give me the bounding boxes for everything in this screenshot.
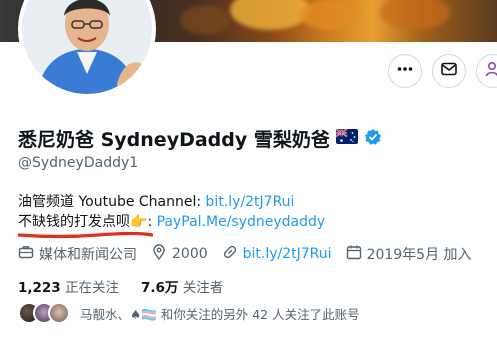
mail-icon (440, 60, 458, 82)
more-icon (396, 60, 414, 82)
australia-flag-icon (335, 128, 358, 148)
location-text: 2000 (172, 246, 208, 262)
follower-avatars (18, 302, 70, 324)
followers-count: 7.6万 (141, 280, 179, 296)
bio-line-1-text: 油管频道 Youtube Channel: (18, 194, 206, 210)
following-stat[interactable]: 1,223 正在关注 (18, 276, 119, 296)
follower-avatar (48, 302, 70, 324)
followers-stat[interactable]: 7.6万 关注者 (141, 276, 223, 296)
following-label: 正在关注 (65, 280, 119, 296)
avatar (22, 0, 152, 94)
more-button[interactable] (388, 54, 422, 88)
profile-name-row: 悉尼奶爸 SydneyDaddy 雪梨奶爸 (18, 125, 382, 152)
verified-badge-icon[interactable] (364, 128, 382, 150)
paypal-link[interactable]: PayPal.Me/sydneydaddy (157, 214, 326, 230)
website-item[interactable]: bit.ly/2tJ7Rui (222, 244, 332, 264)
followed-by-row[interactable]: 马靓水、♠🏳️‍⚧️ 和你关注的另外 42 人关注了此账号 (18, 302, 360, 324)
followed-by-text: 马靓水、♠🏳️‍⚧️ 和你关注的另外 42 人关注了此账号 (80, 306, 360, 322)
category-item: 媒体和新闻公司 (18, 244, 137, 264)
bio-line-2: 不缺钱的打发点呗👉: PayPal.Me/sydneydaddy (18, 211, 325, 231)
follow-button[interactable] (476, 54, 497, 88)
profile-avatar-frame[interactable] (18, 0, 156, 98)
location-pin-icon (151, 244, 167, 264)
bio-line-2-text: 不缺钱的打发点呗 (18, 214, 130, 230)
bio-line-1: 油管频道 Youtube Channel: bit.ly/2tJ7Rui (18, 191, 294, 211)
message-button[interactable] (432, 54, 466, 88)
website-link[interactable]: bit.ly/2tJ7Rui (243, 246, 332, 262)
briefcase-icon (18, 244, 34, 264)
profile-handle: @SydneyDaddy1 (18, 155, 139, 171)
person-add-icon (484, 60, 497, 82)
joined-text: 2019年5月 加入 (366, 247, 472, 263)
link-icon (222, 244, 238, 264)
calendar-icon (346, 244, 362, 264)
profile-meta: 媒体和新闻公司 2000 bit.ly/2tJ7Rui 2019年5月 加入 (18, 244, 486, 264)
follow-stats: 1,223 正在关注 7.6万 关注者 (18, 276, 223, 296)
category-text: 媒体和新闻公司 (39, 247, 137, 263)
following-count: 1,223 (18, 280, 61, 296)
location-item: 2000 (151, 244, 208, 264)
joined-item: 2019年5月 加入 (346, 244, 472, 264)
followers-label: 关注者 (182, 280, 224, 296)
pointing-right-emoji: 👉 (130, 214, 148, 230)
red-underline-annotation (18, 231, 153, 239)
youtube-link[interactable]: bit.ly/2tJ7Rui (206, 194, 295, 210)
display-name: 悉尼奶爸 SydneyDaddy 雪梨奶爸 (18, 129, 330, 151)
